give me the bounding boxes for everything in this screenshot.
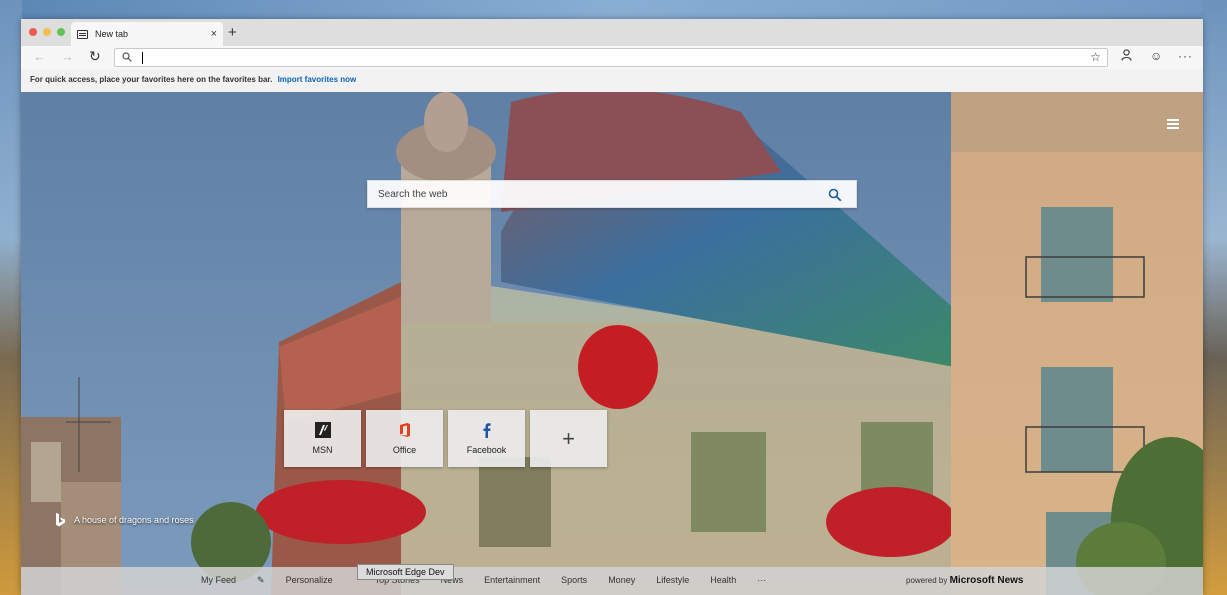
- tab-close-icon[interactable]: ×: [211, 28, 217, 40]
- facebook-icon: [479, 422, 495, 438]
- search-icon: [122, 52, 132, 62]
- quick-link-facebook[interactable]: Facebook: [448, 410, 525, 467]
- news-nav-more[interactable]: ···: [757, 575, 766, 586]
- tab-new-tab[interactable]: New tab ×: [71, 22, 223, 46]
- desktop-background: [0, 0, 1227, 20]
- msn-icon: [314, 422, 331, 438]
- new-tab-page-icon: [77, 29, 88, 39]
- news-nav: My Feed ✎ Personalize Top Stories News En…: [201, 575, 787, 586]
- news-nav-entertainment[interactable]: Entertainment: [484, 575, 540, 586]
- news-nav-my-feed[interactable]: My Feed: [201, 575, 236, 586]
- news-nav-lifestyle[interactable]: Lifestyle: [656, 575, 689, 586]
- close-window-button[interactable]: [29, 28, 37, 36]
- forward-icon[interactable]: →: [61, 49, 74, 65]
- search-icon[interactable]: [828, 188, 842, 202]
- powered-by-brand[interactable]: Microsoft News: [950, 575, 1024, 586]
- news-nav-personalize[interactable]: ✎ Personalize: [257, 575, 354, 586]
- minimize-window-button[interactable]: [43, 28, 51, 36]
- address-bar[interactable]: ☆: [114, 48, 1108, 67]
- refresh-icon[interactable]: ↻: [89, 48, 101, 64]
- office-icon: [397, 422, 413, 438]
- title-bar: New tab × +: [21, 19, 1203, 46]
- news-nav-sports[interactable]: Sports: [561, 575, 587, 586]
- favorites-bar-message: For quick access, place your favorites h…: [30, 75, 273, 84]
- image-caption[interactable]: A house of dragons and roses: [54, 512, 194, 528]
- news-nav-money[interactable]: Money: [608, 575, 635, 586]
- tooltip: Microsoft Edge Dev: [357, 564, 454, 580]
- import-favorites-link[interactable]: Import favorites now: [278, 75, 357, 84]
- search-placeholder: Search the web: [378, 188, 448, 200]
- background-image: [21, 92, 1203, 595]
- quick-link-label: MSN: [312, 445, 333, 455]
- profile-icon[interactable]: [1121, 49, 1132, 64]
- add-quick-link-button[interactable]: +: [530, 410, 607, 467]
- quick-link-office[interactable]: Office: [366, 410, 443, 467]
- new-tab-page: Search the web MSN Office Facebook + A h…: [21, 92, 1203, 595]
- bing-icon: [56, 513, 65, 527]
- favorite-star-icon[interactable]: ☆: [1090, 50, 1101, 64]
- news-feed-bar: My Feed ✎ Personalize Top Stories News En…: [21, 567, 1203, 595]
- browser-window: New tab × + ← → ↻ ☆ ☺ ··· For quick acce…: [21, 19, 1203, 595]
- page-settings-menu-icon[interactable]: [1167, 119, 1179, 131]
- more-options-icon[interactable]: ···: [1178, 49, 1193, 63]
- news-nav-health[interactable]: Health: [710, 575, 736, 586]
- new-tab-button[interactable]: +: [228, 23, 237, 43]
- quick-link-label: Office: [392, 445, 417, 455]
- maximize-window-button[interactable]: [57, 28, 65, 36]
- feedback-smiley-icon[interactable]: ☺: [1150, 49, 1162, 63]
- back-icon[interactable]: ←: [33, 49, 46, 65]
- quick-links: MSN Office Facebook +: [284, 410, 607, 467]
- news-nav-personalize-label: Personalize: [285, 575, 333, 585]
- toolbar: ← → ↻ ☆ ☺ ···: [21, 46, 1203, 69]
- text-caret: [142, 52, 143, 64]
- plus-icon: +: [562, 425, 575, 451]
- desktop-background-right: [1201, 0, 1227, 595]
- favorites-bar: For quick access, place your favorites h…: [21, 69, 1203, 91]
- desktop-background-left: [0, 0, 22, 595]
- web-search-box[interactable]: Search the web: [367, 180, 857, 208]
- quick-link-msn[interactable]: MSN: [284, 410, 361, 467]
- quick-link-label: Facebook: [466, 445, 507, 455]
- tab-title: New tab: [95, 29, 129, 39]
- pencil-icon: ✎: [257, 575, 265, 585]
- image-caption-text: A house of dragons and roses: [74, 515, 194, 525]
- powered-by: powered by Microsoft News: [906, 575, 1024, 586]
- powered-by-prefix: powered by: [906, 576, 948, 585]
